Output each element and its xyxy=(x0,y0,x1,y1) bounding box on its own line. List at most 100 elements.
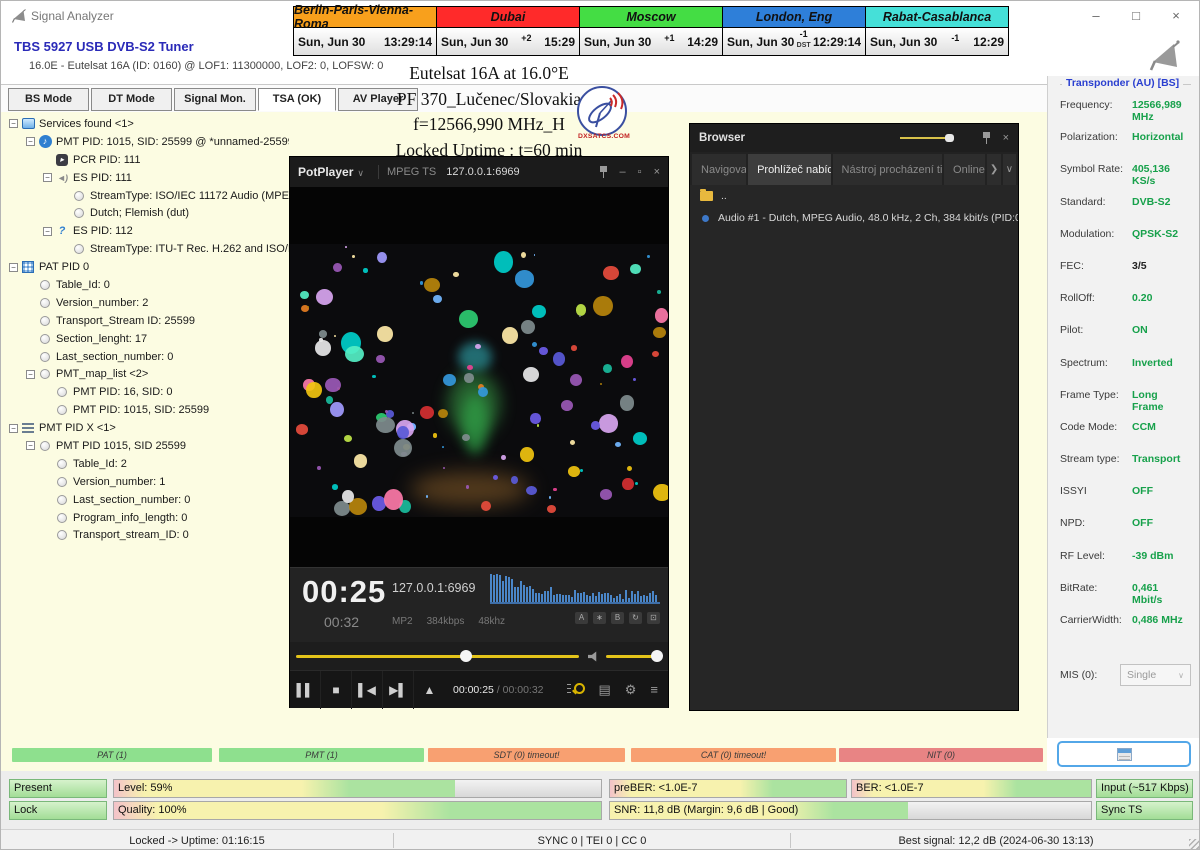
tree-item[interactable]: − ES PID: 112 xyxy=(7,222,289,240)
maximize-button[interactable]: □ xyxy=(1129,9,1143,23)
mode-tab[interactable]: BS Mode xyxy=(8,88,89,111)
browser-tab[interactable]: Online xyxy=(944,154,985,185)
chevron-down-icon[interactable]: ∨ xyxy=(357,168,364,179)
tree-item[interactable]: Table_Id: 0 xyxy=(7,276,289,294)
search-playlist-icon[interactable] xyxy=(571,683,584,696)
video-bokeh-dot xyxy=(539,347,548,356)
browser-opacity-slider[interactable] xyxy=(900,137,952,139)
fullscreen-icon[interactable]: ⊡ xyxy=(647,612,660,624)
tree-item[interactable]: − PMT_map_list <2> xyxy=(7,365,289,383)
video-bokeh-dot xyxy=(537,424,540,426)
browser-tab[interactable]: Nástroj procházení titulků xyxy=(833,154,943,185)
repeat-icon[interactable]: ↻ xyxy=(629,612,642,624)
video-display[interactable] xyxy=(290,187,668,567)
mis-dropdown[interactable]: Single ∨ xyxy=(1120,664,1191,686)
audio-track-item[interactable]: Audio #1 - Dutch, MPEG Audio, 48.0 kHz, … xyxy=(690,207,1018,229)
mode-tab[interactable]: DT Mode xyxy=(91,88,172,111)
browser-tab[interactable]: Navigovat xyxy=(692,154,746,185)
pin-icon[interactable] xyxy=(599,166,608,178)
time-separator: / xyxy=(494,684,503,696)
playlist-icon[interactable]: ▤ xyxy=(598,682,610,698)
player-minimize-button[interactable]: – xyxy=(620,166,626,178)
tree-expander-icon[interactable]: − xyxy=(43,173,52,182)
pin-icon[interactable] xyxy=(982,132,991,144)
tree-item[interactable]: Dutch; Flemish (dut) xyxy=(7,204,289,222)
dot-icon xyxy=(57,495,67,505)
tree-item[interactable]: PCR PID: 111 xyxy=(7,151,289,169)
tree-item-label: PMT PID: 1015, SID: 25599 xyxy=(73,404,209,416)
volume-slider[interactable] xyxy=(606,655,658,658)
tree-item[interactable]: Last_section_number: 0 xyxy=(7,348,289,366)
mode-tab[interactable]: AV Player xyxy=(338,88,418,111)
browser-titlebar[interactable]: Browser × xyxy=(690,124,1018,152)
previous-button[interactable]: ▌◀ xyxy=(352,671,383,709)
ab-repeat-b-button[interactable]: B xyxy=(611,612,624,624)
dot-icon xyxy=(74,244,84,254)
menu-icon[interactable]: ≡ xyxy=(650,682,658,697)
player-close-button[interactable]: × xyxy=(654,166,660,178)
tree-expander-icon[interactable]: − xyxy=(9,119,18,128)
tree-expander-icon[interactable]: − xyxy=(9,263,18,272)
tree-item[interactable]: PMT PID: 16, SID: 0 xyxy=(7,383,289,401)
browser-close-button[interactable]: × xyxy=(1003,132,1009,144)
tree-item[interactable]: PMT PID: 1015, SID: 25599 xyxy=(7,401,289,419)
tree-expander-icon[interactable]: − xyxy=(9,424,18,433)
seek-thumb[interactable] xyxy=(460,650,472,662)
dot-icon xyxy=(40,369,50,379)
tree-item[interactable]: Program_info_length: 0 xyxy=(7,509,289,527)
tree-expander-icon[interactable]: − xyxy=(26,137,35,146)
next-button[interactable]: ▶▌ xyxy=(383,671,414,709)
tree-item[interactable]: Transport_Stream ID: 25599 xyxy=(7,312,289,330)
tree-item[interactable]: − PMT PID: 1015, SID: 25599 @ *unnamed-2… xyxy=(7,133,289,151)
tree-item[interactable]: StreamType: ITU-T Rec. H.262 and ISO/IEC… xyxy=(7,240,289,258)
tree-item[interactable]: − PAT PID 0 xyxy=(7,258,289,276)
browser-tab-label: Online xyxy=(953,164,985,176)
video-bokeh-dot xyxy=(627,466,632,471)
seek-bar[interactable] xyxy=(296,655,579,658)
minimize-button[interactable]: – xyxy=(1089,9,1103,23)
tree-item-label: Program_info_length: 0 xyxy=(73,512,187,524)
tree-item[interactable]: Last_section_number: 0 xyxy=(7,491,289,509)
video-bokeh-dot xyxy=(502,327,518,344)
volume-thumb[interactable] xyxy=(651,650,663,662)
tree-item-label: Transport_stream_ID: 0 xyxy=(73,529,189,541)
transponder-row: Spectrum: Inverted xyxy=(1060,357,1191,389)
potplayer-titlebar[interactable]: PotPlayer ∨ MPEG TS 127.0.0.1:6969 – ▫ × xyxy=(290,157,668,187)
tree-expander-icon[interactable]: − xyxy=(43,227,52,236)
shuffle-icon[interactable]: ∗ xyxy=(593,612,606,624)
tabs-forward-icon[interactable]: ❯ xyxy=(987,154,1000,185)
open-eject-button[interactable]: ▲ xyxy=(414,671,445,709)
tree-item[interactable]: Version_number: 1 xyxy=(7,473,289,491)
settings-gear-icon[interactable]: ⚙ xyxy=(625,682,637,698)
tree-expander-icon[interactable]: − xyxy=(26,441,35,450)
potplayer-brand[interactable]: PotPlayer xyxy=(298,165,353,179)
tree-expander-icon[interactable]: − xyxy=(26,370,35,379)
browser-tab[interactable]: Prohlížeč nabídky xyxy=(748,154,830,185)
tree-item[interactable]: StreamType: ISO/IEC 11172 Audio (MPEG-1)… xyxy=(7,187,289,205)
tree-item[interactable]: − PMT PID X <1> xyxy=(7,419,289,437)
parent-folder-item[interactable]: .. xyxy=(690,185,1018,207)
tree-item[interactable]: − PMT PID 1015, SID 25599 xyxy=(7,437,289,455)
tabs-dropdown-icon[interactable]: ∨ xyxy=(1003,154,1016,185)
tree-item[interactable]: Section_lenght: 17 xyxy=(7,330,289,348)
resize-grip[interactable] xyxy=(1189,839,1199,849)
ab-repeat-a-button[interactable]: A xyxy=(575,612,588,624)
tree-item-label: ES PID: 111 xyxy=(73,172,132,184)
tree-item[interactable]: − Services found <1> xyxy=(7,115,289,133)
pause-button[interactable]: ▌▌ xyxy=(290,671,321,709)
volume-icon[interactable] xyxy=(588,651,599,662)
stop-button[interactable]: ■ xyxy=(321,671,352,709)
tree-item[interactable]: Table_Id: 2 xyxy=(7,455,289,473)
tree-item[interactable]: Transport_stream_ID: 0 xyxy=(7,526,289,544)
level-label: Level: 59% xyxy=(118,782,172,794)
tree-item[interactable]: − ES PID: 111 xyxy=(7,169,289,187)
player-maximize-button[interactable]: ▫ xyxy=(638,166,642,178)
tree-item[interactable]: Version_number: 2 xyxy=(7,294,289,312)
browser-slider-thumb[interactable] xyxy=(945,134,954,142)
video-bokeh-dot xyxy=(511,476,518,483)
close-button[interactable]: × xyxy=(1169,9,1183,23)
mode-tab[interactable]: Signal Mon. xyxy=(174,88,256,111)
transponder-row-label: Frame Type: xyxy=(1060,389,1132,401)
mode-tab[interactable]: TSA (OK) xyxy=(258,88,336,111)
browser-tab-label: Prohlížeč nabídky xyxy=(757,164,830,176)
